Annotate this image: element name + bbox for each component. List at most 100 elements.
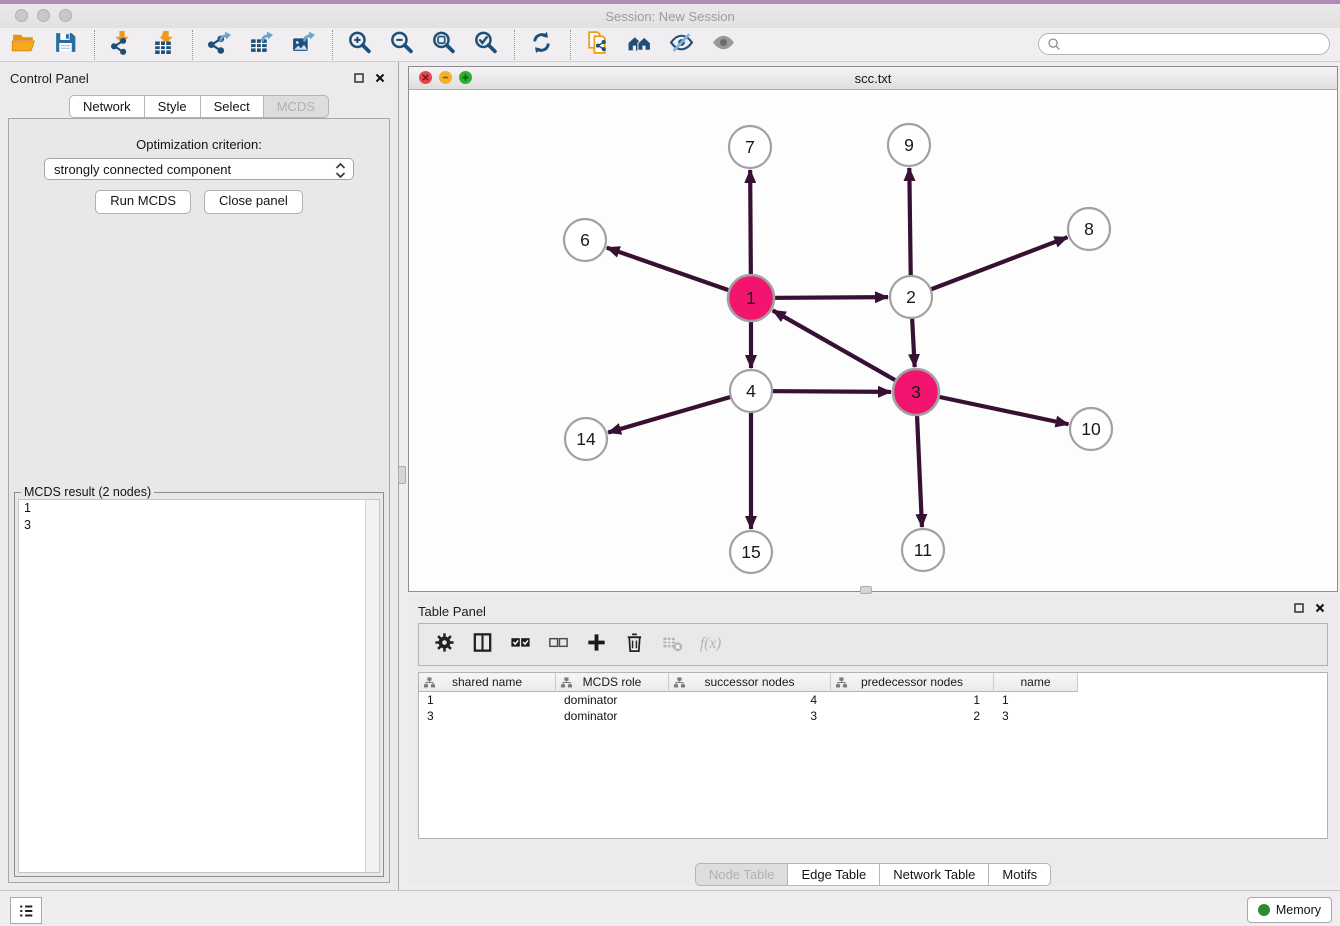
column-header-mcds-role[interactable]: MCDS role <box>556 673 669 692</box>
table-row[interactable]: 3dominator323 <box>419 708 1327 724</box>
show-eye-button[interactable] <box>708 30 738 60</box>
column-header-predecessor-nodes[interactable]: predecessor nodes <box>831 673 994 692</box>
table-close-panel-icon[interactable] <box>1313 601 1326 614</box>
table-row[interactable]: 1dominator411 <box>419 692 1327 708</box>
graph-node-label-4: 4 <box>746 381 756 401</box>
memory-status-icon <box>1258 904 1270 916</box>
open-session-button[interactable] <box>8 30 38 60</box>
settings-gear-button[interactable] <box>429 630 459 660</box>
select-all-button[interactable] <box>505 630 535 660</box>
tab-style[interactable]: Style <box>145 95 201 118</box>
mcds-result-box: MCDS result (2 nodes) 13 <box>14 492 384 877</box>
result-scrollbar[interactable] <box>365 500 379 872</box>
hierarchy-icon <box>424 677 435 691</box>
table-cell: 3 <box>419 708 556 724</box>
import-network-icon <box>109 30 134 60</box>
tab-motifs[interactable]: Motifs <box>989 863 1051 886</box>
vertical-splitter-handle[interactable] <box>398 466 406 484</box>
tab-node-table[interactable]: Node Table <box>695 863 789 886</box>
refresh-button[interactable] <box>526 30 556 60</box>
graph-node-label-11: 11 <box>914 540 932 560</box>
control-panel-title: Control Panel <box>10 71 89 86</box>
hide-eye-button[interactable] <box>666 30 696 60</box>
deselect-all-button[interactable] <box>543 630 573 660</box>
zoom-selected-button[interactable] <box>470 30 500 60</box>
table-cell: 3 <box>669 708 831 724</box>
export-table-button[interactable] <box>246 30 276 60</box>
graph-node-label-2: 2 <box>906 287 916 307</box>
tab-network-table[interactable]: Network Table <box>880 863 989 886</box>
graph-node-label-1: 1 <box>746 288 756 308</box>
column-view-button[interactable] <box>467 630 497 660</box>
save-session-button[interactable] <box>50 30 80 60</box>
hide-eye-icon <box>669 30 694 60</box>
close-panel-icon[interactable] <box>373 71 386 84</box>
zoom-in-button[interactable] <box>344 30 374 60</box>
graph-node-label-9: 9 <box>904 135 914 155</box>
network-window-title: scc.txt <box>409 71 1337 86</box>
optimization-criterion-select[interactable]: strongly connected component <box>44 158 354 180</box>
table-cell: 2 <box>831 708 994 724</box>
graph-edge-4-14[interactable] <box>608 391 751 433</box>
column-header-successor-nodes[interactable]: successor nodes <box>669 673 831 692</box>
graph-edge-3-1[interactable] <box>773 310 916 392</box>
table-panel-tabs: Node TableEdge TableNetwork TableMotifs <box>408 863 1338 886</box>
column-header-label: shared name <box>452 675 522 689</box>
graph-node-label-10: 10 <box>1081 419 1101 439</box>
window-frame-accent <box>0 0 1340 4</box>
export-image-icon <box>291 30 316 60</box>
tab-mcds[interactable]: MCDS <box>264 95 329 118</box>
tab-network[interactable]: Network <box>69 95 145 118</box>
window-titlebar: Session: New Session <box>0 0 1340 29</box>
import-table-button[interactable] <box>148 30 178 60</box>
add-column-button[interactable] <box>581 630 611 660</box>
table-cell: 1 <box>994 692 1078 708</box>
export-network-button[interactable] <box>204 30 234 60</box>
memory-button[interactable]: Memory <box>1247 897 1332 923</box>
control-panel: Control Panel NetworkStyleSelectMCDS Opt… <box>0 62 399 890</box>
toolbar-separator <box>514 30 516 60</box>
zoom-in-icon <box>347 30 372 60</box>
mcds-result-node: 1 <box>19 500 379 517</box>
refresh-icon <box>529 30 554 60</box>
column-header-label: MCDS role <box>583 675 642 689</box>
toolbar-separator <box>570 30 572 60</box>
optimization-criterion-label: Optimization criterion: <box>9 137 389 152</box>
node-table-header: shared name MCDS role successor nodes pr… <box>419 673 1327 692</box>
function-icon: f(x) <box>699 631 722 659</box>
add-column-icon <box>585 631 608 659</box>
table-float-panel-icon[interactable] <box>1292 601 1305 614</box>
mcds-result-list[interactable]: 13 <box>18 499 380 873</box>
duplicate-network-button[interactable] <box>582 30 612 60</box>
delete-button[interactable] <box>619 630 649 660</box>
network-graph-canvas[interactable]: 1234678910111415 <box>409 89 1337 591</box>
home-layout-button[interactable] <box>624 30 654 60</box>
network-view-window: scc.txt 1234678910111415 <box>408 66 1338 592</box>
zoom-fit-button[interactable] <box>428 30 458 60</box>
node-table: shared name MCDS role successor nodes pr… <box>418 672 1328 839</box>
table-cell: 3 <box>994 708 1078 724</box>
column-header-label: predecessor nodes <box>861 675 963 689</box>
graph-edge-2-8[interactable] <box>911 237 1068 297</box>
table-cell: dominator <box>556 708 669 724</box>
tab-select[interactable]: Select <box>201 95 264 118</box>
float-panel-icon[interactable] <box>352 71 365 84</box>
application-window: Session: New Session Control Panel <box>0 0 1340 926</box>
zoom-out-button[interactable] <box>386 30 416 60</box>
horizontal-splitter-handle[interactable] <box>860 586 872 594</box>
deselect-all-icon <box>547 631 570 659</box>
export-image-button[interactable] <box>288 30 318 60</box>
run-mcds-button[interactable]: Run MCDS <box>95 190 191 214</box>
import-network-button[interactable] <box>106 30 136 60</box>
toolbar-separator <box>192 30 194 60</box>
close-panel-button[interactable]: Close panel <box>204 190 303 214</box>
tab-edge-table[interactable]: Edge Table <box>788 863 880 886</box>
column-header-shared-name[interactable]: shared name <box>419 673 556 692</box>
search-input[interactable] <box>1062 35 1329 53</box>
mcds-tab-content: Optimization criterion: strongly connect… <box>8 118 390 883</box>
search-box[interactable] <box>1038 33 1330 55</box>
column-header-name[interactable]: name <box>994 673 1078 692</box>
task-history-button[interactable] <box>10 897 42 924</box>
table-panel-title: Table Panel <box>418 604 486 619</box>
search-icon <box>1047 37 1062 52</box>
